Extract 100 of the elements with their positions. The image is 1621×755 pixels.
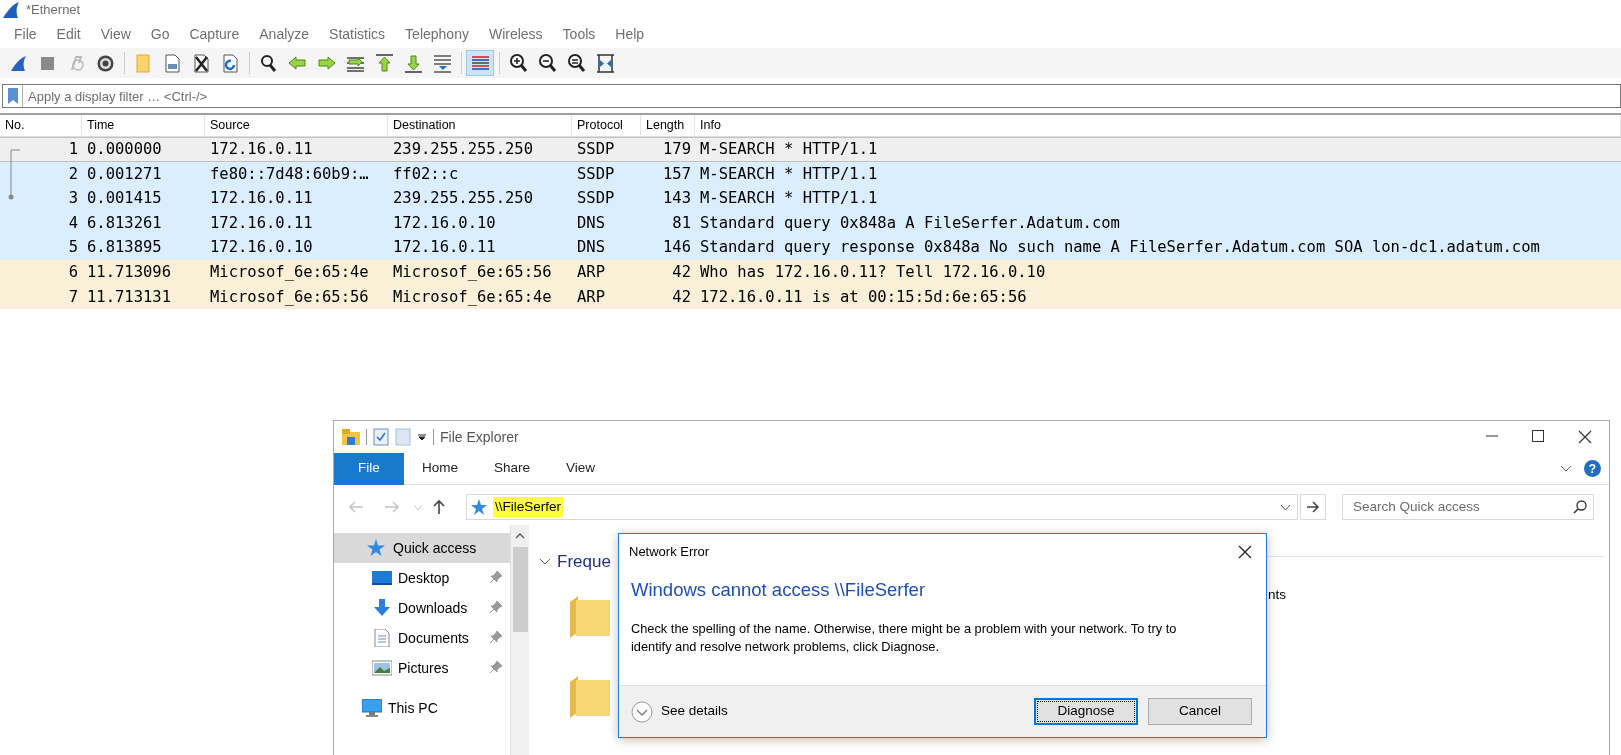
packet-row[interactable]: 2 0.001271 fe80::7d48:60b9:… ff02::c SSDP 157 M-SEARCH * HTTP/1.1: [0, 161, 1621, 187]
table-cell-text: Microsof_6e:65:56: [392, 261, 553, 283]
chevron-down-icon[interactable]: [1280, 503, 1291, 511]
down-arrow-icon: [372, 599, 392, 617]
error-message: Check the spelling of the name. Otherwise, there might be a problem with your network. To try to identify and resolve network problems, click Diagnose.: [630, 619, 1178, 657]
up-arrow-icon[interactable]: [373, 52, 395, 74]
packet-row[interactable]: 4 6.813261 172.16.0.11 172.16.0.10 DNS 81 Standard query 0x848a A FileSerfer.Adatum.com: [0, 210, 1621, 236]
menu-item[interactable]: Tools: [552, 23, 606, 45]
zoom-in-icon[interactable]: [507, 52, 529, 74]
menu-item[interactable]: Statistics: [319, 23, 396, 45]
resize-columns-icon[interactable]: [594, 52, 616, 74]
nav-item-label: Desktop: [398, 568, 450, 588]
nav-item[interactable]: This PC: [334, 693, 510, 723]
close-icon[interactable]: [1578, 430, 1592, 444]
table-cell-text: 239.255.255.250: [392, 188, 534, 210]
up-arrow-icon[interactable]: [432, 499, 446, 515]
table-cell-text: 42: [671, 286, 692, 308]
menu-item[interactable]: Wireless: [478, 23, 553, 45]
table-cell-text: M-SEARCH * HTTP/1.1: [699, 163, 879, 185]
error-heading: Windows cannot access \\FileSerfer: [630, 578, 927, 602]
autoscroll-icon[interactable]: [431, 52, 453, 74]
table-cell-text: 3: [67, 188, 79, 210]
ribbon-tab[interactable]: Share: [476, 452, 549, 485]
nav-item[interactable]: Documents: [334, 623, 510, 653]
nav-item-label: Downloads: [398, 598, 468, 618]
ribbon-tab[interactable]: View: [548, 452, 614, 485]
address-bar[interactable]: \\FileSerfer: [466, 494, 1298, 520]
bookmark-icon[interactable]: [7, 88, 18, 104]
checkmark-icon[interactable]: [373, 428, 389, 446]
table-cell-text: 6.813261: [86, 212, 163, 234]
menu-item[interactable]: Capture: [179, 23, 250, 45]
computer-icon: [362, 699, 382, 717]
table-cell-text: 143: [662, 188, 692, 210]
table-cell-text: 5: [67, 237, 79, 259]
column-header[interactable]: Length: [641, 115, 695, 136]
see-details-toggle[interactable]: See details: [631, 700, 728, 723]
menu-item[interactable]: View: [90, 23, 141, 45]
packet-row[interactable]: 7 11.713131 Microsof_6e:65:56 Microsof_6e:65:4e ARP 42 172.16.0.11 is at 00:15:5d:6e:65:56: [0, 284, 1621, 310]
table-cell-text: 11.713096: [86, 261, 172, 283]
table-cell-text: 7: [67, 286, 79, 308]
menu-item[interactable]: File: [4, 23, 47, 45]
nav-item-label: Quick access: [393, 538, 477, 558]
column-header[interactable]: Time: [82, 115, 205, 136]
search-field[interactable]: Search Quick access: [1342, 494, 1594, 520]
nav-item[interactable]: Desktop: [334, 563, 510, 593]
dialog-button[interactable]: Cancel: [1148, 698, 1252, 725]
menu-item[interactable]: Telephony: [395, 23, 479, 45]
nav-item-label: Documents: [398, 628, 469, 648]
table-cell-text: Standard query 0x848a A FileSerfer.Adatum.com: [699, 212, 1121, 234]
table-cell-text: 2: [67, 163, 79, 185]
file-menu-button[interactable]: File: [334, 452, 404, 485]
address-text: \\FileSerfer: [493, 496, 564, 518]
section-heading[interactable]: Freque: [557, 549, 611, 575]
nav-item[interactable]: Quick access: [334, 533, 510, 563]
ribbon-tab[interactable]: Home: [404, 452, 476, 485]
table-cell-text: 4: [67, 212, 79, 234]
menu-item[interactable]: Help: [605, 23, 655, 45]
star-icon: [471, 499, 487, 515]
chevron-down-icon[interactable]: [1560, 464, 1572, 473]
column-header[interactable]: Info: [695, 115, 1621, 136]
folder-icon: [342, 429, 360, 445]
table-cell-text: SSDP: [576, 139, 616, 160]
scrollbar[interactable]: [510, 525, 529, 755]
table-cell-text: 0.001271: [86, 163, 163, 185]
nav-item[interactable]: Pictures: [334, 653, 510, 683]
packet-row[interactable]: 5 6.813895 172.16.0.10 172.16.0.11 DNS 146 Standard query response 0x848a No such name A FileSerfer.Adatum.com SOA lon-dc1.adatum.com: [0, 235, 1621, 260]
chevron-down-icon[interactable]: [539, 557, 551, 566]
dialog-button[interactable]: Diagnose: [1034, 698, 1138, 725]
table-cell-text: SSDP: [576, 163, 616, 185]
column-header[interactable]: Destination: [388, 115, 572, 136]
go-button[interactable]: [1300, 494, 1326, 520]
column-header[interactable]: No.: [0, 115, 82, 136]
menu-item[interactable]: Edit: [46, 23, 91, 45]
column-header[interactable]: Source: [205, 115, 388, 136]
window-title: *Ethernet: [26, 1, 81, 20]
table-cell-text: 1: [67, 139, 79, 160]
image-icon: [372, 659, 392, 677]
table-cell-text: 11.713131: [86, 286, 172, 308]
table-cell-text: 172.16.0.10: [392, 212, 497, 234]
maximize-icon[interactable]: [1532, 430, 1544, 442]
packet-row[interactable]: 3 0.001415 172.16.0.11 239.255.255.250 SSDP 143 M-SEARCH * HTTP/1.1: [0, 186, 1621, 211]
close-icon[interactable]: [1238, 545, 1252, 559]
table-cell-text: SSDP: [576, 188, 616, 210]
menu-item[interactable]: Analyze: [249, 23, 320, 45]
table-cell-text: DNS: [576, 237, 606, 259]
zoom-reset-icon[interactable]: [565, 52, 587, 74]
scroll-up-icon: [515, 533, 525, 539]
folder-label: nts: [1268, 586, 1286, 604]
column-header[interactable]: Protocol: [572, 115, 641, 136]
help-icon[interactable]: ?: [1584, 460, 1601, 477]
menu-item[interactable]: Go: [140, 23, 180, 45]
down-arrow-icon[interactable]: [402, 52, 424, 74]
table-cell-text: 0.000000: [86, 139, 163, 160]
dropdown-icon[interactable]: [417, 432, 427, 442]
packet-row[interactable]: 1 0.000000 172.16.0.11 239.255.255.250 SSDP 179 M-SEARCH * HTTP/1.1: [0, 137, 1621, 162]
search-icon: [1573, 500, 1587, 514]
zoom-out-icon[interactable]: [536, 52, 558, 74]
nav-item[interactable]: Downloads: [334, 593, 510, 623]
packet-row[interactable]: 6 11.713096 Microsof_6e:65:4e Microsof_6e:65:56 ARP 42 Who has 172.16.0.11? Tell 172.16.0.10: [0, 259, 1621, 285]
table-cell-text: Who has 172.16.0.11? Tell 172.16.0.10: [699, 261, 1047, 283]
